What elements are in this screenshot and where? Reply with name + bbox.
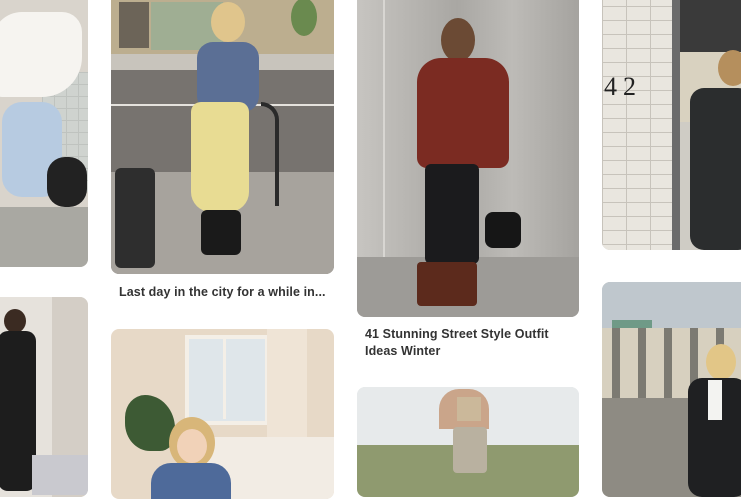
pin-image-subway[interactable]: 42 — [602, 0, 741, 250]
bicycle — [115, 168, 155, 268]
yellow-dress — [191, 102, 249, 212]
pin-image-bedroom[interactable] — [111, 329, 334, 499]
red-teddy-coat — [417, 58, 509, 168]
black-outfit — [0, 331, 36, 491]
pin-caption[interactable]: 41 Stunning Street Style Outfit Ideas Wi… — [365, 326, 575, 360]
blue-top — [151, 463, 231, 499]
shop-window — [119, 2, 149, 48]
crop-top — [457, 397, 481, 421]
skirt — [453, 427, 487, 473]
hair — [4, 309, 26, 333]
pin-caption[interactable]: Last day in the city for a while in... — [119, 284, 339, 301]
pin-image-street-yellow-dress[interactable] — [111, 0, 334, 274]
black-handbag — [485, 212, 521, 248]
face — [177, 429, 207, 463]
pin-image-building[interactable] — [602, 282, 741, 497]
bike-rack — [261, 102, 279, 206]
white-blouse — [0, 12, 82, 97]
dark-jacket — [690, 88, 741, 250]
rug — [32, 455, 88, 495]
pin-image-red-coat[interactable] — [357, 0, 579, 317]
pavement — [0, 207, 88, 267]
column-edge — [672, 0, 680, 250]
black-bag — [47, 157, 87, 207]
curtain — [267, 329, 307, 439]
hair — [441, 18, 475, 62]
window — [185, 335, 269, 425]
blonde-hair — [706, 344, 736, 380]
platform-ceiling — [680, 0, 741, 52]
black-jeans — [425, 164, 479, 264]
brown-boots — [417, 262, 477, 306]
pin-image-woman-white-top[interactable] — [0, 0, 88, 267]
wall-seam — [383, 0, 385, 257]
tiled-wall — [602, 0, 674, 250]
black-boots — [201, 210, 241, 255]
wall-number: 42 — [604, 72, 642, 101]
pin-image-mirror-selfie[interactable] — [0, 297, 88, 497]
white-tee — [708, 380, 722, 420]
plant — [125, 395, 175, 451]
hair — [718, 50, 741, 86]
window-mullion — [223, 337, 226, 419]
pin-image-beach-dunes[interactable] — [357, 387, 579, 497]
blonde-hair — [211, 2, 245, 42]
